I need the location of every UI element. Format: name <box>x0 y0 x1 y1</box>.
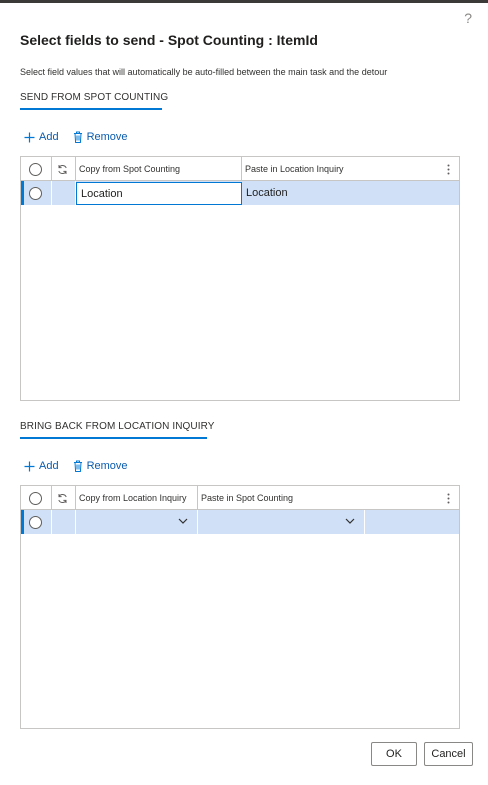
column-header-paste-in[interactable]: Paste in Location Inquiry <box>245 157 344 181</box>
copy-from-value: Location <box>81 187 123 200</box>
send-fields-grid: Copy from Spot Counting Paste in Locatio… <box>20 156 460 401</box>
select-all-radio[interactable] <box>29 486 43 510</box>
chevron-down-icon <box>178 518 188 524</box>
send-add-label: Add <box>39 131 59 143</box>
bring-section-header[interactable]: BRING BACK FROM LOCATION INQUIRY <box>20 421 215 439</box>
add-icon <box>24 132 35 143</box>
copy-from-dropdown[interactable] <box>76 510 197 534</box>
send-section-title: SEND FROM SPOT COUNTING <box>20 92 169 103</box>
send-remove-button[interactable]: Remove <box>73 131 128 143</box>
row-select-radio[interactable] <box>29 510 43 534</box>
bring-toolbar: Add Remove <box>24 458 128 474</box>
send-toolbar: Add Remove <box>24 129 128 145</box>
table-row[interactable] <box>21 510 459 534</box>
send-add-button[interactable]: Add <box>24 131 59 143</box>
bring-add-label: Add <box>39 460 59 472</box>
column-header-copy-from[interactable]: Copy from Spot Counting <box>79 157 180 181</box>
table-row[interactable]: Location Location <box>21 181 459 205</box>
grid-header: Copy from Location Inquiry Paste in Spot… <box>21 486 459 510</box>
dialog-title: Select fields to send - Spot Counting : … <box>20 32 318 48</box>
select-all-radio[interactable] <box>29 157 43 181</box>
refresh-icon[interactable] <box>57 486 69 510</box>
bring-fields-grid: Copy from Location Inquiry Paste in Spot… <box>20 485 460 729</box>
delete-icon <box>73 131 83 143</box>
help-icon[interactable]: ? <box>464 10 472 26</box>
bring-add-button[interactable]: Add <box>24 460 59 472</box>
bring-remove-label: Remove <box>86 460 128 472</box>
radio-icon <box>29 491 42 505</box>
column-header-paste-in[interactable]: Paste in Spot Counting <box>201 486 293 510</box>
bring-section-title: BRING BACK FROM LOCATION INQUIRY <box>20 421 215 432</box>
chevron-down-icon <box>345 518 355 524</box>
grid-header: Copy from Spot Counting Paste in Locatio… <box>21 157 459 181</box>
section-underline <box>20 437 207 439</box>
row-selected-indicator <box>21 181 24 205</box>
more-options-icon[interactable] <box>447 486 457 510</box>
radio-icon <box>29 162 42 176</box>
dialog-description: Select field values that will automatica… <box>20 67 388 77</box>
bring-remove-button[interactable]: Remove <box>73 460 128 472</box>
send-section-header[interactable]: SEND FROM SPOT COUNTING <box>20 92 169 110</box>
radio-icon <box>29 186 42 200</box>
radio-icon <box>29 515 42 529</box>
column-header-copy-from[interactable]: Copy from Location Inquiry <box>79 486 187 510</box>
refresh-icon[interactable] <box>57 157 69 181</box>
ok-button[interactable]: OK <box>371 742 417 766</box>
send-remove-label: Remove <box>86 131 128 143</box>
row-select-radio[interactable] <box>29 181 43 205</box>
copy-from-field-input[interactable]: Location <box>76 182 242 205</box>
delete-icon <box>73 460 83 472</box>
row-selected-indicator <box>21 510 24 534</box>
more-options-icon[interactable] <box>447 157 457 181</box>
cancel-button[interactable]: Cancel <box>424 742 473 766</box>
paste-in-dropdown[interactable] <box>198 510 364 534</box>
paste-in-field-cell[interactable]: Location <box>246 181 288 205</box>
paste-in-value: Location <box>246 187 288 199</box>
section-underline <box>20 108 162 110</box>
dialog-top-border <box>0 0 488 3</box>
add-icon <box>24 461 35 472</box>
